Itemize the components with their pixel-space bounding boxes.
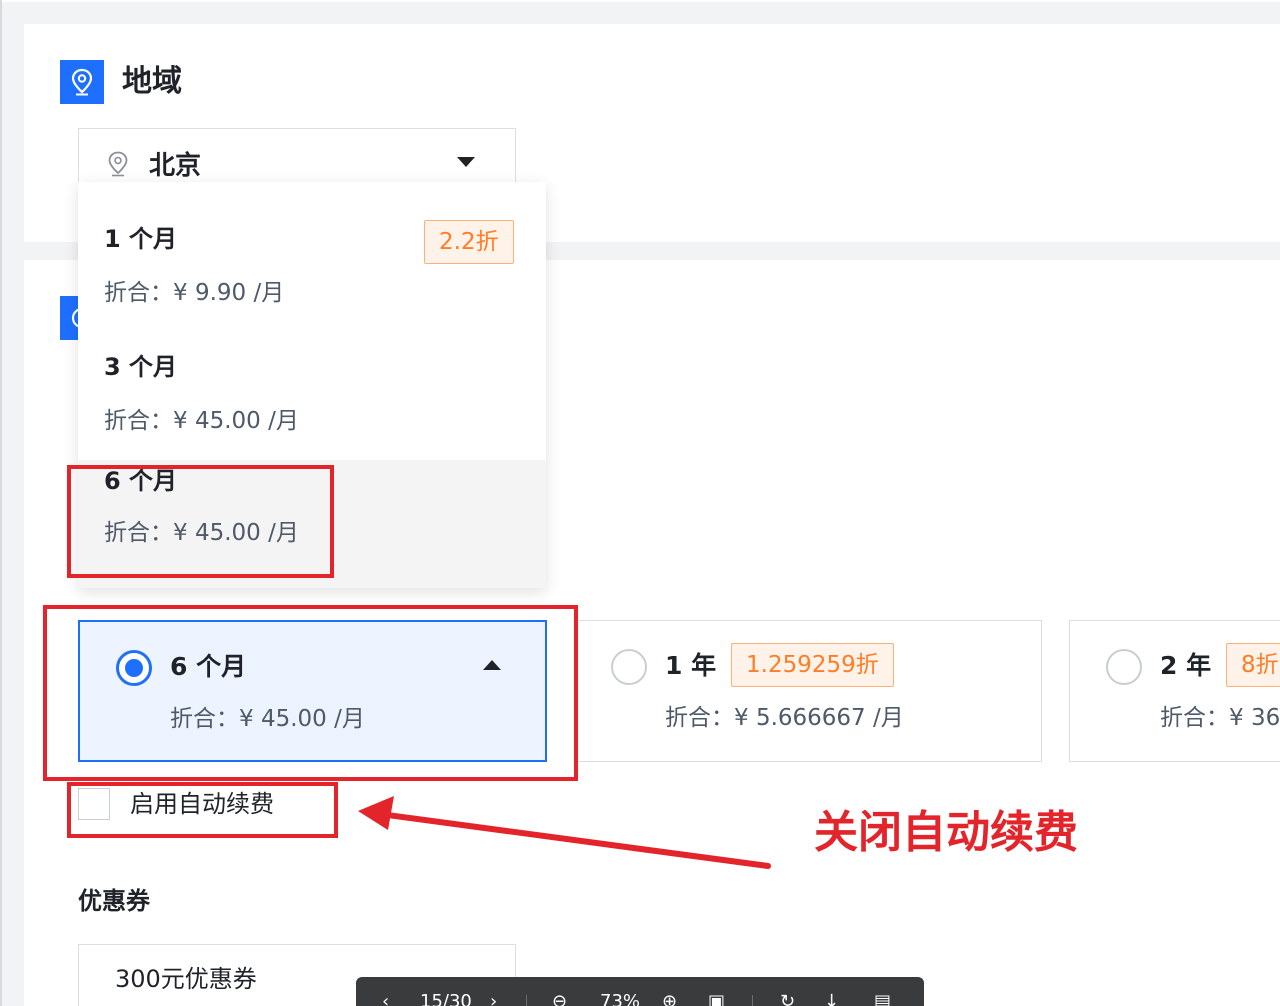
viewer-toolbar: ‹ 15/30 › ⊖ 73% ⊕ ▣ ↻ ↓ ▤ — [356, 977, 924, 1006]
annotation-box-dropdown-6-months — [67, 465, 334, 578]
region-select-value: 北京 — [149, 151, 202, 181]
plan-price: 折合：¥ 5.666667 /月 — [665, 705, 904, 731]
region-select[interactable]: 北京 — [78, 128, 516, 190]
option-label: 3 个月 — [104, 353, 178, 381]
fit-page-icon[interactable]: ▣ — [708, 991, 725, 1006]
next-page-icon[interactable]: › — [490, 991, 497, 1006]
plan-price: 折合：¥ 36 — [1160, 705, 1280, 731]
download-icon[interactable]: ↓ — [824, 991, 839, 1006]
discount-badge: 2.2折 — [424, 220, 514, 264]
coupon-select-value: 300元优惠券 — [115, 965, 257, 993]
toolbar-divider — [752, 995, 753, 1006]
plan-label: 1 年 — [665, 651, 717, 680]
zoom-out-icon[interactable]: ⊖ — [552, 991, 567, 1006]
location-pin-icon — [60, 60, 104, 104]
plan-card-2-years[interactable]: 2 年 8折 折合：¥ 36 — [1069, 620, 1280, 762]
coupon-title: 优惠券 — [78, 887, 150, 915]
option-price: 折合：¥ 9.90 /月 — [104, 280, 285, 306]
zoom-in-icon[interactable]: ⊕ — [662, 991, 677, 1006]
dropdown-option-3-months[interactable]: 3 个月 折合：¥ 45.00 /月 — [78, 310, 546, 438]
page-top-edge — [0, 0, 1280, 2]
dropdown-option-1-month[interactable]: 1 个月 2.2折 折合：¥ 9.90 /月 — [78, 182, 546, 310]
plan-label: 2 年 — [1160, 651, 1212, 680]
annotation-box-selected-plan — [43, 605, 578, 781]
prev-page-icon[interactable]: ‹ — [382, 991, 389, 1006]
plan-card-1-year[interactable]: 1 年 1.259259折 折合：¥ 5.666667 /月 — [574, 620, 1042, 762]
region-section-title: 地域 — [122, 64, 182, 99]
discount-badge: 1.259259折 — [731, 643, 894, 687]
annotation-text: 关闭自动续费 — [814, 807, 1078, 858]
rotate-icon[interactable]: ↻ — [780, 991, 795, 1006]
plan-radio[interactable] — [1106, 649, 1142, 685]
toolbar-divider — [526, 995, 527, 1006]
plan-radio[interactable] — [611, 649, 647, 685]
annotation-arrow — [358, 796, 771, 869]
print-icon[interactable]: ▤ — [874, 991, 891, 1006]
location-pin-icon — [107, 151, 129, 181]
discount-badge: 8折 — [1226, 643, 1280, 687]
annotation-box-auto-renew — [67, 782, 338, 838]
page-indicator[interactable]: 15/30 — [420, 991, 472, 1006]
option-label: 1 个月 — [104, 225, 178, 253]
chevron-down-icon — [457, 157, 475, 167]
zoom-level[interactable]: 73% — [600, 991, 640, 1006]
page-left-edge — [0, 0, 2, 1006]
option-price: 折合：¥ 45.00 /月 — [104, 408, 299, 434]
